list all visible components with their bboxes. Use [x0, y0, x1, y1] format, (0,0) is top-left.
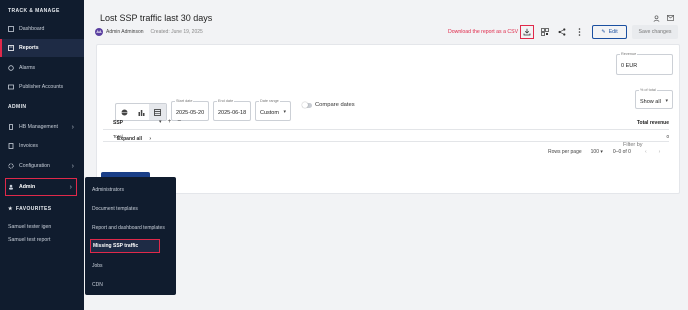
mail-icon[interactable]	[664, 12, 676, 24]
compare-dates-label: Compare dates	[315, 102, 355, 108]
next-page-icon[interactable]: ›	[659, 149, 661, 155]
share-icon[interactable]	[556, 26, 568, 38]
prev-page-icon[interactable]: ‹	[645, 149, 647, 155]
sidebar-item-publisher-accounts[interactable]: Publisher Accounts	[0, 78, 84, 96]
qr-icon[interactable]	[539, 26, 551, 38]
admin-flyout-menu: Administrators Document templates Report…	[85, 177, 176, 295]
sidebar-item-label: Reports	[19, 45, 39, 51]
start-date-label: Start date	[175, 99, 194, 103]
sidebar-item-label: HB Management	[19, 124, 58, 130]
favourite-item[interactable]: Samuel tester igen	[8, 224, 82, 230]
download-icon[interactable]	[520, 25, 534, 39]
caret-down-icon: ▾	[665, 98, 668, 104]
revenue-field: Revenue 0 EUR	[616, 52, 673, 75]
sidebar-item-configuration[interactable]: Configuration ›	[0, 157, 84, 175]
report-card: Start date 2025-05-20 End date 2025-06-1…	[96, 44, 680, 194]
star-icon: ★	[8, 206, 13, 212]
column-controls: ▾ + −	[159, 118, 181, 125]
sidebar-item-label: Configuration	[19, 163, 50, 169]
report-icon	[8, 45, 14, 51]
column-ssp: SSP	[113, 120, 124, 126]
more-vert-icon[interactable]	[573, 26, 585, 38]
menu-item-report-dashboard-templates[interactable]: Report and dashboard templates	[92, 225, 165, 231]
filter-by-label: Filter by	[623, 142, 643, 148]
sidebar-item-label: Alarms	[19, 65, 36, 71]
table-header: SSP ▾ + − Total revenue	[103, 116, 669, 130]
sidebar-item-dashboard[interactable]: Dashboard	[0, 20, 84, 38]
menu-item-cdn[interactable]: CDN	[92, 282, 103, 288]
compare-dates-toggle[interactable]: Compare dates	[302, 101, 355, 108]
user-icon[interactable]	[650, 12, 662, 24]
revenue-label: Revenue	[620, 52, 638, 56]
publisher-icon	[8, 84, 14, 90]
chevron-right-icon: ›	[71, 162, 74, 170]
gear-icon	[8, 163, 14, 169]
percent-total-filter[interactable]: % of total Show all ▾	[635, 88, 673, 109]
sidebar-item-hb-management[interactable]: HB Management ›	[0, 118, 84, 136]
menu-item-administrators[interactable]: Administrators	[92, 187, 124, 193]
avatar: AA	[95, 28, 103, 36]
menu-item-document-templates[interactable]: Document templates	[92, 206, 138, 212]
sidebar-item-reports[interactable]: Reports	[0, 39, 84, 57]
sidebar-item-invoices[interactable]: Invoices	[0, 137, 84, 155]
edit-label: Edit	[608, 29, 618, 35]
dashboard-icon	[8, 26, 14, 32]
chevron-right-icon: ›	[71, 123, 74, 131]
pagination: Rows per page 100 ▾ 0–0 of 0 ‹ ›	[548, 149, 660, 155]
section-admin: ADMIN	[8, 104, 27, 110]
percent-total-label: % of total	[639, 88, 657, 92]
end-date-label: End date	[217, 99, 235, 103]
download-csv-link[interactable]: Download the report as a CSV	[448, 29, 518, 35]
minus-icon[interactable]: −	[177, 118, 181, 125]
rows-per-page-label: Rows per page	[548, 149, 582, 155]
rows-per-page-select[interactable]: 100 ▾	[591, 149, 603, 155]
plus-icon[interactable]: +	[168, 118, 172, 125]
author-name: Admin Adminson	[106, 29, 144, 35]
alarm-icon	[8, 65, 14, 71]
rows-per-page-value: 100	[590, 149, 599, 155]
pencil-icon: ✎	[601, 29, 606, 35]
invoice-icon	[8, 143, 14, 149]
toggle-switch[interactable]	[302, 101, 312, 108]
revenue-value: 0 EUR	[621, 63, 638, 69]
section-track-manage: TRACK & MANAGE	[8, 8, 60, 14]
favourites-heading: FAVOURITES	[15, 206, 52, 212]
sidebar: TRACK & MANAGE Dashboard Reports Alarms …	[0, 0, 84, 310]
caret-down-icon[interactable]: ▾	[159, 119, 162, 125]
chevron-right-icon: ›	[69, 183, 72, 191]
sidebar-item-alarms[interactable]: Alarms	[0, 59, 84, 77]
column-total-revenue: Total revenue	[636, 120, 669, 126]
section-favourites: ★ FAVOURITES	[0, 206, 59, 212]
sidebar-item-label: Invoices	[19, 143, 39, 149]
page-range: 0–0 of 0	[612, 149, 631, 155]
sidebar-item-label: Publisher Accounts	[19, 84, 64, 90]
sidebar-item-label: Dashboard	[19, 26, 45, 32]
admin-icon	[8, 184, 14, 190]
percent-total-value: Show all	[640, 99, 661, 105]
favourite-item[interactable]: Samuel test report	[8, 237, 82, 243]
edit-button[interactable]: ✎ Edit	[592, 25, 627, 39]
created-date: Created: June 19, 2025	[150, 29, 203, 35]
report-title: Lost SSP traffic last 30 days	[100, 13, 213, 23]
row-total-value: 0	[666, 134, 669, 139]
row-total-label: Total	[113, 134, 123, 139]
hb-icon	[8, 124, 14, 130]
table-row: Total 0	[103, 130, 669, 142]
caret-down-icon: ▾	[283, 109, 286, 115]
menu-item-jobs[interactable]: Jobs	[92, 263, 103, 269]
sidebar-item-admin[interactable]: Admin ›	[5, 178, 77, 196]
menu-item-missing-ssp-traffic[interactable]: Missing SSP traffic	[90, 239, 160, 253]
sidebar-item-label: Admin	[19, 184, 36, 190]
report-meta: AA Admin Adminson Created: June 19, 2025	[95, 28, 203, 36]
save-changes-button[interactable]: Save changes	[632, 25, 678, 39]
date-range-label: Date range	[259, 99, 280, 103]
